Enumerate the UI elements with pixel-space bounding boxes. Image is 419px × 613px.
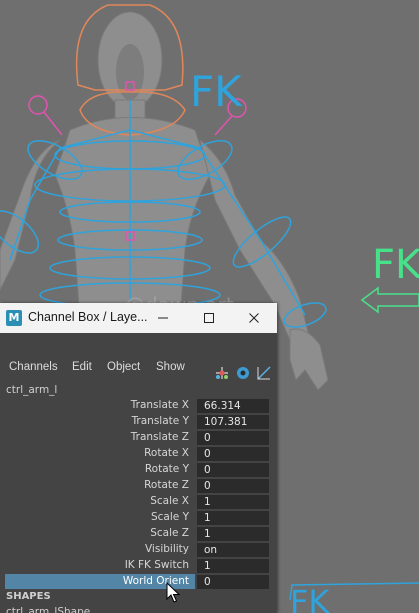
attribute-value[interactable]: 0: [197, 479, 269, 493]
attribute-row-translate-x[interactable]: Translate X 66.314: [0, 398, 277, 414]
attribute-row-ik-fk-switch[interactable]: IK FK Switch 1: [0, 558, 277, 574]
character-left-hand: [289, 328, 329, 391]
attribute-row-scale-x[interactable]: Scale X 1: [0, 494, 277, 510]
shapes-section-header[interactable]: SHAPES: [6, 591, 51, 602]
fk-label-leg: FK: [290, 583, 330, 613]
attribute-value[interactable]: 0: [197, 431, 269, 445]
menu-show[interactable]: Show: [156, 361, 185, 373]
attribute-row-rotate-y[interactable]: Rotate Y 0: [0, 462, 277, 478]
channel-box-menubar: Channels Edit Object Show: [0, 359, 277, 379]
attribute-row-scale-z[interactable]: Scale Z 1: [0, 526, 277, 542]
attribute-value[interactable]: 0: [197, 575, 269, 589]
maximize-button[interactable]: [186, 303, 232, 333]
attribute-value[interactable]: 1: [197, 495, 269, 509]
ik-fk-switch-control[interactable]: [360, 286, 419, 314]
window-title: Channel Box / Laye...: [28, 310, 148, 324]
attribute-row-world-orient[interactable]: World Orient 0: [0, 574, 277, 590]
attribute-label[interactable]: Rotate Z: [144, 479, 189, 491]
attribute-value[interactable]: 1: [197, 559, 269, 573]
attribute-label[interactable]: Rotate X: [144, 447, 189, 459]
attribute-label[interactable]: Translate Z: [131, 431, 189, 443]
fk-label-head: FK: [190, 67, 243, 116]
attribute-label[interactable]: Rotate Y: [145, 463, 189, 475]
attribute-label[interactable]: Scale X: [150, 495, 189, 507]
attribute-value[interactable]: 0: [197, 447, 269, 461]
close-button[interactable]: [231, 303, 277, 333]
attribute-row-translate-z[interactable]: Translate Z 0: [0, 430, 277, 446]
attribute-label[interactable]: Translate Y: [132, 415, 189, 427]
attribute-row-rotate-z[interactable]: Rotate Z 0: [0, 478, 277, 494]
attribute-value[interactable]: on: [197, 543, 269, 557]
maximize-icon: [204, 313, 214, 323]
attribute-label[interactable]: Scale Z: [150, 527, 189, 539]
attribute-value[interactable]: 1: [197, 527, 269, 541]
right-elbow-pole-control[interactable]: [28, 95, 48, 115]
attribute-row-translate-y[interactable]: Translate Y 107.381: [0, 414, 277, 430]
channel-box-toolstrip: [0, 333, 277, 380]
attribute-row-scale-y[interactable]: Scale Y 1: [0, 510, 277, 526]
selected-object-name[interactable]: ctrl_arm_l: [6, 384, 57, 396]
menu-object[interactable]: Object: [107, 361, 140, 373]
mouse-cursor-icon: [166, 582, 180, 603]
minimize-icon: [158, 317, 168, 319]
attribute-value[interactable]: 0: [197, 463, 269, 477]
minimize-button[interactable]: [140, 303, 186, 333]
attribute-row-rotate-x[interactable]: Rotate X 0: [0, 446, 277, 462]
shape-node-name[interactable]: ctrl_arm_lShape: [6, 606, 90, 613]
window-titlebar[interactable]: M Channel Box / Laye...: [0, 303, 277, 333]
attribute-row-visibility[interactable]: Visibility on: [0, 542, 277, 558]
attribute-label[interactable]: Translate X: [131, 399, 189, 411]
fk-label-arm: FK: [372, 242, 419, 288]
maya-app-icon: M: [6, 310, 22, 326]
close-icon: [249, 313, 259, 323]
attribute-label[interactable]: Visibility: [145, 543, 189, 555]
menu-channels[interactable]: Channels: [9, 361, 58, 373]
attribute-value[interactable]: 66.314: [197, 399, 269, 413]
attribute-label[interactable]: Scale Y: [151, 511, 189, 523]
attribute-value[interactable]: 1: [197, 511, 269, 525]
attribute-value[interactable]: 107.381: [197, 415, 269, 429]
attribute-label[interactable]: IK FK Switch: [125, 559, 189, 571]
menu-edit[interactable]: Edit: [72, 361, 92, 373]
